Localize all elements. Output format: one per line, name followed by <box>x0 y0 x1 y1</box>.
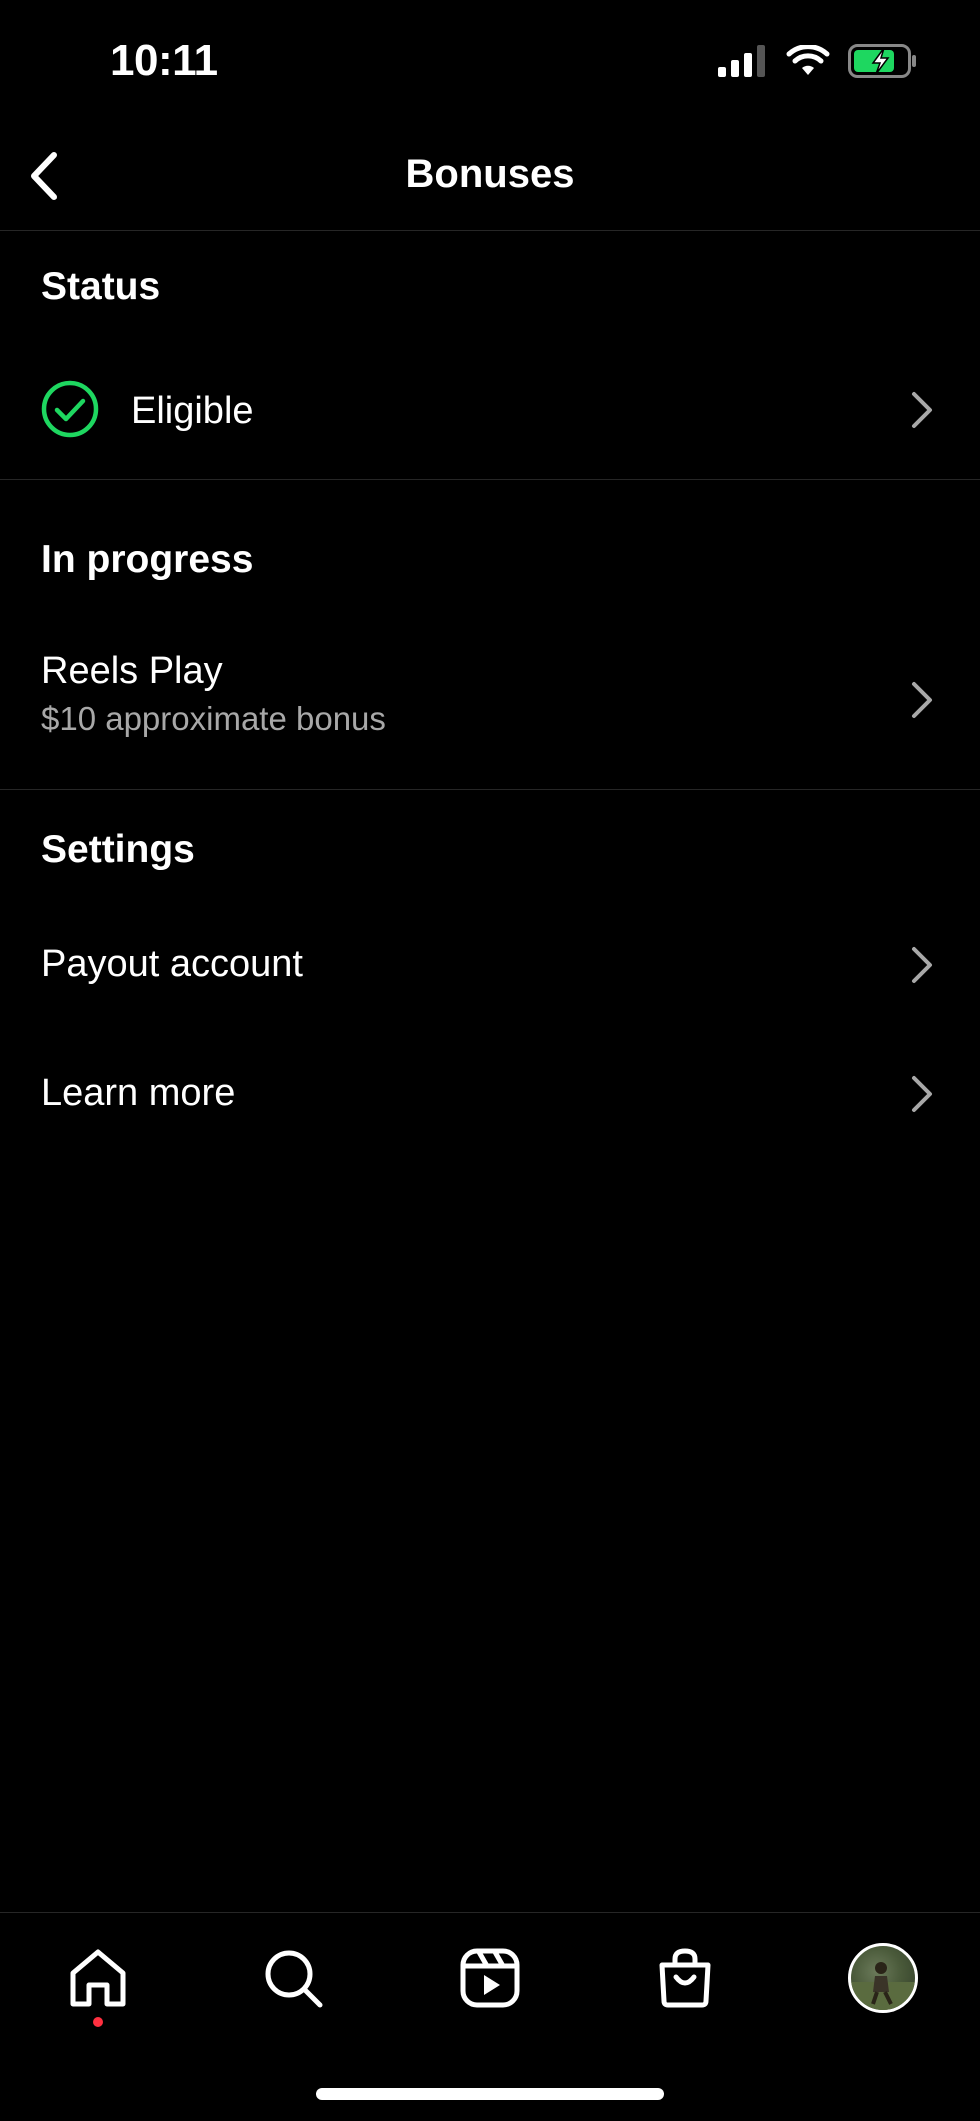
avatar-photo <box>851 1962 915 2010</box>
section-title-settings: Settings <box>41 828 195 871</box>
notification-dot <box>93 2017 103 2027</box>
section-title-in-progress: In progress <box>41 538 254 581</box>
reels-icon <box>460 1948 520 2008</box>
chevron-right-icon <box>912 947 932 983</box>
payout-account-label: Payout account <box>41 943 303 985</box>
learn-more-label: Learn more <box>41 1072 236 1114</box>
status-time: 10:11 <box>110 36 218 85</box>
status-icons <box>718 44 918 83</box>
divider <box>0 479 980 480</box>
signal-icon <box>718 45 768 82</box>
status-label: Eligible <box>131 390 254 432</box>
home-icon <box>70 1949 126 2007</box>
payout-account-row[interactable]: Payout account <box>0 920 980 1010</box>
check-circle-icon <box>41 380 99 443</box>
section-title-status: Status <box>41 265 161 308</box>
home-indicator <box>316 2088 664 2100</box>
learn-more-row[interactable]: Learn more <box>0 1050 980 1140</box>
divider <box>0 789 980 790</box>
bottom-tab-bar <box>0 1912 980 2033</box>
status-eligible-row[interactable]: Eligible <box>0 360 980 460</box>
tab-reels[interactable] <box>455 1943 525 2013</box>
tab-search[interactable] <box>258 1943 328 2013</box>
wifi-icon <box>786 44 830 82</box>
tab-home[interactable] <box>63 1943 133 2013</box>
chevron-right-icon <box>912 682 932 718</box>
reels-play-label: Reels Play <box>41 650 223 692</box>
nav-header: Bonuses <box>0 130 980 231</box>
reels-play-row[interactable]: Reels Play $10 approximate bonus <box>0 640 980 750</box>
page-title: Bonuses <box>405 152 575 196</box>
shop-icon <box>659 1948 711 2008</box>
profile-avatar[interactable] <box>848 1943 918 2013</box>
chevron-right-icon <box>912 1076 932 1112</box>
status-bar: 10:11 <box>0 0 980 130</box>
reels-play-bonus: $10 approximate bonus <box>41 700 386 737</box>
chevron-right-icon <box>912 392 932 428</box>
search-icon <box>265 1950 323 2008</box>
battery-icon <box>848 44 918 83</box>
tab-shop[interactable] <box>650 1943 720 2013</box>
